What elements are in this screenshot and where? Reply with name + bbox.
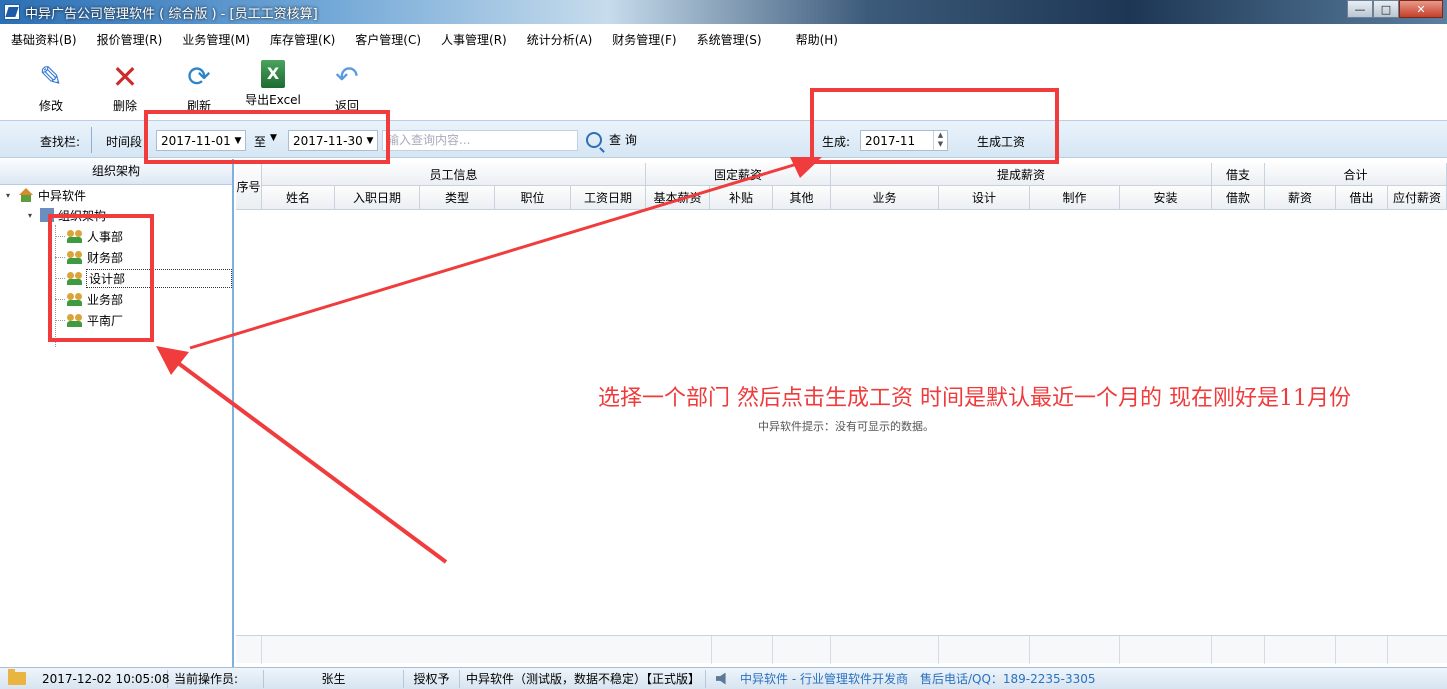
status-operator-label: 当前操作员: [168,669,264,688]
empty-data-message: 中异软件提示：没有可显示的数据。 [758,420,934,433]
edit-label: 修改 [38,99,63,113]
edit-button[interactable]: ✎ 修改 [14,54,88,120]
group-header-commission: 提成薪资 [831,163,1212,186]
column-header-loan[interactable]: 借款 [1212,186,1265,210]
search-bar-divider [91,127,92,153]
menu-system[interactable]: 系统管理(S) [689,31,770,48]
search-icon [586,131,602,148]
menu-help[interactable]: 帮助(H) [788,31,846,48]
column-header-name[interactable]: 姓名 [262,186,335,210]
group-header-employee-info: 员工信息 [262,163,646,186]
speaker-icon [716,672,726,685]
edit-icon: ✎ [39,60,63,93]
footer-cell [712,636,773,664]
time-range-label: 时间段 [106,135,143,149]
collapse-arrow-icon[interactable]: ▾ [28,211,40,220]
search-button[interactable]: 查 询 [586,131,637,148]
footer-cell [236,636,262,664]
menu-bar: 基础资料(B) 报价管理(R) 业务管理(M) 库存管理(K) 客户管理(C) … [0,25,1447,54]
column-header-position[interactable]: 职位 [495,186,571,210]
footer-cell [1120,636,1212,664]
window-controls: — □ ✕ [1347,0,1443,18]
menu-finance[interactable]: 财务管理(F) [604,31,684,48]
status-version: 中异软件（测试版，数据不稳定）【正式版】 [460,669,706,688]
highlight-departments [48,214,154,342]
collapse-arrow-icon[interactable]: ▾ [6,191,18,200]
menu-statistics[interactable]: 统计分析(A) [519,31,601,48]
menu-hr[interactable]: 人事管理(R) [433,31,515,48]
menu-quote[interactable]: 报价管理(R) [89,31,171,48]
status-contact: 售后电话/QQ：189-2235-3305 [919,671,1096,686]
delete-label: 删除 [112,99,137,113]
column-header-payable[interactable]: 应付薪资 [1388,186,1447,210]
footer-cell [939,636,1030,664]
search-bar-label: 查找栏: [40,135,81,149]
footer-cell [1030,636,1120,664]
minimize-button[interactable]: — [1347,0,1373,18]
column-header-business[interactable]: 业务 [831,186,939,210]
column-header-design[interactable]: 设计 [939,186,1030,210]
back-arrow-icon: ↶ [335,60,359,93]
status-operator: 张生 [264,669,404,688]
highlight-generate [810,88,1059,164]
status-datetime: 2017-12-02 10:05:08 [36,669,169,688]
menu-customer[interactable]: 客户管理(C) [347,31,429,48]
export-label: 导出Excel [245,93,301,107]
refresh-icon: ⟳ [187,60,211,93]
group-header-total: 合计 [1265,163,1447,186]
column-header-lent[interactable]: 借出 [1336,186,1388,210]
menu-basic-data[interactable]: 基础资料(B) [3,31,85,48]
column-header-production[interactable]: 制作 [1030,186,1120,210]
footer-cell [262,636,712,664]
column-header-type[interactable]: 类型 [420,186,495,210]
column-header-hire-date[interactable]: 入职日期 [335,186,420,210]
group-header-fixed-salary: 固定薪资 [646,163,831,186]
status-auth: 授权予 [404,669,460,688]
window-title: 中异广告公司管理软件 ( 综合版 ) - [员工工资核算] [25,6,318,22]
annotation-text: 选择一个部门 然后点击生成工资 时间是默认最近一个月的 现在刚好是11月份 [598,386,1351,411]
salary-grid: 序号 员工信息 固定薪资 提成薪资 借支 合计 姓名 入职日期 类型 职位 工资… [236,163,1447,667]
footer-cell [1265,636,1336,664]
menu-business[interactable]: 业务管理(M) [174,31,258,48]
group-header-advance: 借支 [1212,163,1265,186]
search-input[interactable]: 输入查询内容... [382,130,578,151]
maximize-button[interactable]: □ [1373,0,1399,18]
column-header-base-salary[interactable]: 基本薪资 [646,186,710,210]
status-vendor[interactable]: 中异软件 - 行业管理软件开发商 [734,670,914,688]
footer-cell [773,636,831,664]
menu-inventory[interactable]: 库存管理(K) [262,31,343,48]
status-bar: 2017-12-02 10:05:08 当前操作员: 张生 授权予 中异软件（测… [0,667,1447,689]
column-header-seq[interactable]: 序号 [236,163,262,210]
delete-icon: ✕ [111,58,139,96]
folder-icon[interactable] [8,669,26,685]
tree-node-root[interactable]: ▾ 中异软件 [6,185,86,205]
footer-cell [831,636,939,664]
grid-summary-footer [236,635,1447,664]
close-button[interactable]: ✕ [1399,0,1443,18]
app-logo-icon [4,4,20,20]
footer-cell [1212,636,1265,664]
column-header-install[interactable]: 安装 [1120,186,1212,210]
search-button-label: 查 询 [609,133,637,147]
column-header-other[interactable]: 其他 [773,186,831,210]
excel-icon: X [261,60,285,88]
title-bar: 中异广告公司管理软件 ( 综合版 ) - [员工工资核算] — □ ✕ [0,0,1447,24]
column-header-salary[interactable]: 薪资 [1265,186,1336,210]
tree-node-root-label: 中异软件 [38,188,87,203]
highlight-date-range [144,110,390,164]
column-header-pay-date[interactable]: 工资日期 [571,186,646,210]
column-header-allowance[interactable]: 补贴 [710,186,773,210]
home-icon [18,188,34,202]
footer-cell [1336,636,1388,664]
